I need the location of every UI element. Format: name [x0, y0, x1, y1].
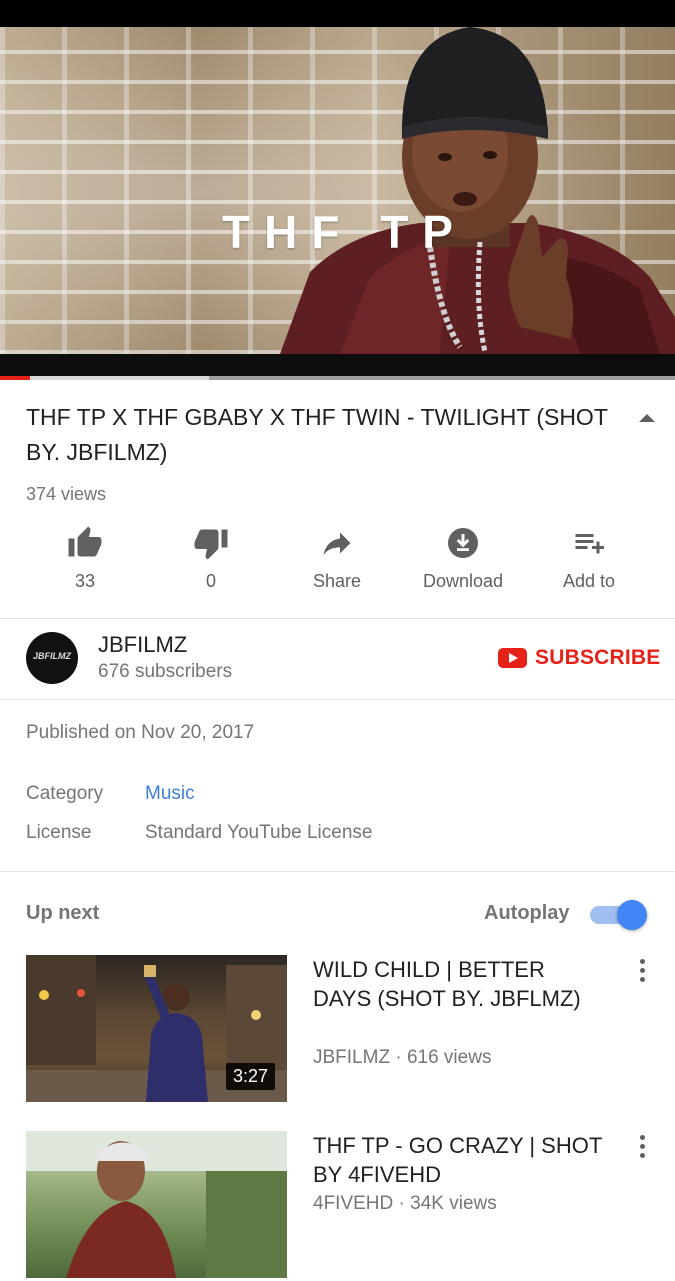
action-bar: 33 0 Share Download Add to: [22, 525, 652, 600]
up-next-video-channel: JBFILMZ: [313, 1047, 391, 1068]
video-title[interactable]: THF TP X THF GBABY X THF TWIN - TWILIGHT…: [26, 400, 616, 470]
subscriber-count: 676 subscribers: [98, 661, 233, 682]
dislike-count: 0: [205, 571, 216, 591]
channel-avatar-logo-text: JBFILMZ: [33, 651, 71, 661]
subscribe-button[interactable]: SUBSCRIBE: [498, 645, 660, 671]
download-label: Download: [422, 571, 504, 591]
up-next-video-views: 616 views: [406, 1047, 492, 1068]
collapse-description-icon[interactable]: [636, 410, 658, 426]
video-duration: 3:27: [225, 1063, 275, 1090]
autoplay-toggle[interactable]: [590, 900, 650, 930]
download-icon: [448, 528, 478, 558]
playlist-add-icon: [575, 534, 604, 554]
more-options-icon[interactable]: [634, 959, 650, 985]
share-label: Share: [312, 571, 362, 591]
share-arrow-icon: [323, 532, 351, 555]
category-link[interactable]: Music: [145, 783, 195, 805]
up-next-video-title[interactable]: WILD CHILD | BETTER DAYS (SHOT BY. JBFLM…: [313, 955, 603, 1013]
youtube-logo-icon: [498, 648, 527, 668]
license-label: License: [26, 822, 92, 843]
divider: [0, 618, 675, 619]
up-next-video-views: 34K views: [410, 1193, 497, 1214]
category-label: Category: [26, 783, 104, 804]
download-button[interactable]: Download: [400, 525, 526, 592]
divider: [0, 699, 675, 700]
channel-name[interactable]: JBFILMZ: [98, 632, 187, 658]
channel-avatar[interactable]: JBFILMZ: [26, 632, 78, 684]
progress-played: [0, 376, 31, 380]
status-bar: [0, 0, 675, 27]
like-count: 33: [74, 571, 96, 591]
subscribe-label: SUBSCRIBE: [535, 646, 661, 669]
autoplay-label: Autoplay: [484, 902, 570, 924]
video-overlay-text: THF TP: [222, 206, 467, 258]
view-count: 374 views: [26, 484, 107, 504]
up-next-video[interactable]: THF TP - GO CRAZY | SHOT BY 4FIVEHD 4FIV…: [0, 1131, 675, 1281]
like-button[interactable]: 33: [22, 525, 148, 592]
thumbs-down-icon: [194, 529, 228, 560]
up-next-video-meta: 4FIVEHD · 34K views: [313, 1193, 497, 1214]
dislike-button[interactable]: 0: [148, 525, 274, 592]
add-to-label: Add to: [562, 571, 616, 591]
license-value: Standard YouTube License: [145, 822, 373, 843]
video-frame-person: [280, 27, 675, 354]
up-next-video-meta: JBFILMZ · 616 views: [313, 1047, 492, 1068]
up-next-video-title[interactable]: THF TP - GO CRAZY | SHOT BY 4FIVEHD: [313, 1131, 603, 1189]
add-to-playlist-button[interactable]: Add to: [526, 525, 652, 592]
up-next-heading: Up next: [26, 902, 100, 924]
video-thumbnail[interactable]: [26, 1131, 287, 1278]
more-options-icon[interactable]: [634, 1135, 650, 1161]
publish-date: Published on Nov 20, 2017: [26, 722, 255, 743]
video-letterbox: [0, 354, 675, 376]
thumbs-up-icon: [68, 526, 102, 557]
up-next-video[interactable]: 3:27 WILD CHILD | BETTER DAYS (SHOT BY. …: [0, 955, 675, 1105]
thumbnail-image: [26, 1131, 287, 1278]
video-progress-bar[interactable]: [0, 376, 675, 380]
video-thumbnail[interactable]: 3:27: [26, 955, 287, 1102]
progress-buffered: [0, 376, 210, 380]
share-button[interactable]: Share: [274, 525, 400, 592]
up-next-video-channel: 4FIVEHD: [313, 1193, 394, 1214]
divider: [0, 871, 675, 872]
video-player[interactable]: THF TP: [0, 27, 675, 354]
